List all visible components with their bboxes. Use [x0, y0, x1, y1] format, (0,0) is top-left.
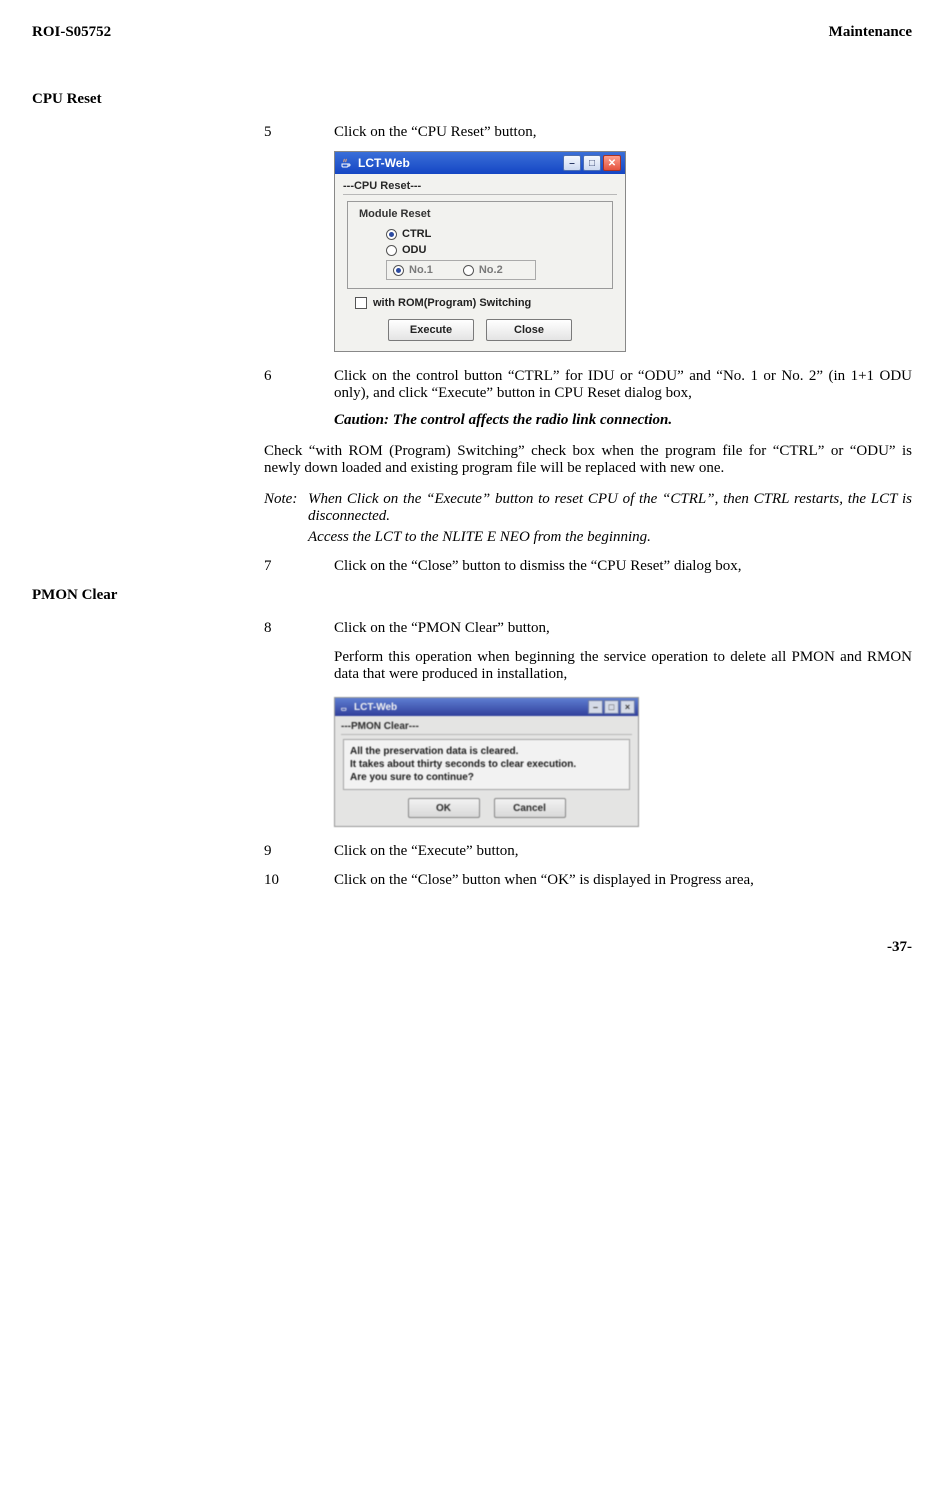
note-label: Note:	[264, 491, 308, 525]
module-reset-group: Module Reset CTRL ODU No.1	[347, 201, 613, 289]
step-number: 9	[264, 843, 334, 860]
java-icon	[339, 156, 353, 170]
step-text: Click on the “Close” button to dismiss t…	[334, 558, 912, 575]
window-close-button[interactable]: ×	[620, 700, 635, 714]
cpu-reset-dialog-figure: LCT-Web – □ ✕ ---CPU Reset--- Module Res…	[334, 151, 912, 352]
radio-label: No.1	[409, 264, 433, 276]
pmon-clear-dialog-figure: LCT-Web – □ × ---PMON Clear--- All the p…	[334, 697, 912, 827]
msg-line2: It takes about thirty seconds to clear e…	[350, 758, 623, 771]
step-6: 6 Click on the control button “CTRL” for…	[264, 368, 912, 402]
radio-icon	[386, 245, 397, 256]
ok-button[interactable]: OK	[408, 798, 480, 818]
step-5: 5 Click on the “CPU Reset” button,	[264, 124, 912, 141]
pmon-clear-heading: PMON Clear	[32, 587, 912, 604]
group-legend: Module Reset	[356, 208, 434, 220]
maximize-button[interactable]: □	[604, 700, 619, 714]
step-text: Perform this operation when beginning th…	[334, 649, 912, 683]
minimize-button[interactable]: –	[563, 155, 581, 171]
window-close-button[interactable]: ✕	[603, 155, 621, 171]
caution-line: Caution: The control affects the radio l…	[334, 412, 912, 429]
step-number: 5	[264, 124, 334, 141]
msg-line1: All the preservation data is cleared.	[350, 745, 623, 758]
step-8-extra: Perform this operation when beginning th…	[264, 649, 912, 683]
cpu-reset-heading: CPU Reset	[32, 91, 912, 108]
section-title: Maintenance	[829, 24, 912, 41]
step-text: Click on the “PMON Clear” button,	[334, 620, 912, 637]
step-number-empty	[264, 649, 334, 683]
dialog-titlebar: LCT-Web – □ ✕	[335, 152, 625, 174]
confirm-message: All the preservation data is cleared. It…	[343, 739, 630, 790]
cancel-button[interactable]: Cancel	[494, 798, 566, 818]
radio-odu[interactable]: ODU	[386, 244, 604, 256]
step-10: 10 Click on the “Close” button when “OK”…	[264, 872, 912, 889]
radio-label: CTRL	[402, 228, 431, 240]
panel-title: ---PMON Clear---	[341, 718, 632, 735]
panel-title: ---CPU Reset---	[343, 176, 617, 195]
radio-icon	[463, 265, 474, 276]
odu-number-group: No.1 No.2	[386, 260, 536, 280]
radio-icon	[386, 229, 397, 240]
step-number: 6	[264, 368, 334, 402]
rom-paragraph: Check “with ROM (Program) Switching” che…	[264, 443, 912, 477]
radio-no2[interactable]: No.2	[463, 264, 503, 276]
checkbox-label: with ROM(Program) Switching	[373, 297, 531, 309]
pmon-clear-dialog: LCT-Web – □ × ---PMON Clear--- All the p…	[334, 697, 639, 827]
step-number: 7	[264, 558, 334, 575]
step-text: Click on the “Close” button when “OK” is…	[334, 872, 912, 889]
radio-label: ODU	[402, 244, 426, 256]
page-number: -37-	[32, 939, 912, 956]
step-8: 8 Click on the “PMON Clear” button,	[264, 620, 912, 637]
step-text: Click on the control button “CTRL” for I…	[334, 368, 912, 402]
checkbox-icon	[355, 297, 367, 309]
radio-no1[interactable]: No.1	[393, 264, 433, 276]
note-line2: Access the LCT to the NLITE E NEO from t…	[308, 529, 912, 546]
step-number: 10	[264, 872, 334, 889]
note-text: When Click on the “Execute” button to re…	[308, 491, 912, 525]
step-number: 8	[264, 620, 334, 637]
java-icon	[338, 703, 350, 712]
step-text: Click on the “CPU Reset” button,	[334, 124, 912, 141]
close-button[interactable]: Close	[486, 319, 572, 341]
note-block: Note: When Click on the “Execute” button…	[264, 491, 912, 525]
maximize-button[interactable]: □	[583, 155, 601, 171]
minimize-button[interactable]: –	[588, 700, 603, 714]
step-7: 7 Click on the “Close” button to dismiss…	[264, 558, 912, 575]
msg-line3: Are you sure to continue?	[350, 771, 623, 784]
dialog-title: LCT-Web	[354, 702, 588, 713]
dialog-title: LCT-Web	[358, 156, 563, 170]
radio-icon	[393, 265, 404, 276]
step-text: Click on the “Execute” button,	[334, 843, 912, 860]
radio-ctrl[interactable]: CTRL	[386, 228, 604, 240]
radio-label: No.2	[479, 264, 503, 276]
rom-switching-checkbox[interactable]: with ROM(Program) Switching	[355, 297, 617, 309]
cpu-reset-dialog: LCT-Web – □ ✕ ---CPU Reset--- Module Res…	[334, 151, 626, 352]
step-9: 9 Click on the “Execute” button,	[264, 843, 912, 860]
page-header: ROI-S05752 Maintenance	[32, 24, 912, 41]
doc-id: ROI-S05752	[32, 24, 111, 41]
execute-button[interactable]: Execute	[388, 319, 474, 341]
dialog-titlebar: LCT-Web – □ ×	[335, 698, 638, 716]
